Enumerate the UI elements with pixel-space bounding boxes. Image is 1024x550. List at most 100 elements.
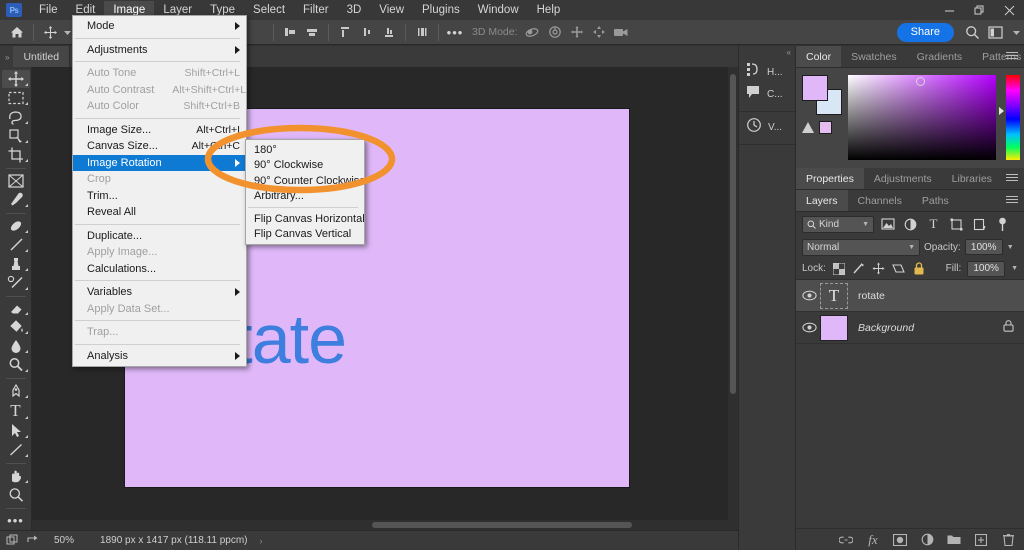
menu-select[interactable]: Select — [244, 1, 294, 20]
link-layers-icon[interactable] — [839, 532, 853, 547]
tab-swatches[interactable]: Swatches — [841, 46, 907, 67]
tab-channels[interactable]: Channels — [848, 190, 912, 211]
object-selection-tool[interactable] — [2, 127, 30, 145]
pen-tool[interactable] — [2, 382, 30, 400]
more-options-button[interactable]: ••• — [444, 22, 466, 43]
gamut-warning-icon[interactable] — [802, 122, 814, 133]
history-brush-tool[interactable] — [2, 274, 30, 292]
gradient-tool[interactable] — [2, 318, 30, 336]
hand-tool[interactable] — [2, 467, 30, 485]
menu-item-mode[interactable]: Mode — [73, 18, 246, 35]
image-menu-dropdown[interactable]: ModeAdjustmentsAuto ToneShift+Ctrl+LAuto… — [72, 15, 247, 367]
document-tab[interactable]: Untitled — [13, 46, 70, 67]
menu-3d[interactable]: 3D — [338, 1, 371, 20]
tab-properties[interactable]: Properties — [796, 168, 864, 189]
menu-plugins[interactable]: Plugins — [413, 1, 469, 20]
filter-smart-icon[interactable] — [970, 215, 989, 233]
hue-slider[interactable] — [1006, 75, 1020, 160]
menu-item-canvas-size[interactable]: Canvas Size...Alt+Ctrl+C — [73, 138, 246, 155]
tab-gradients[interactable]: Gradients — [907, 46, 973, 67]
align-left-edges-icon[interactable] — [279, 22, 301, 43]
distribute-icon[interactable] — [411, 22, 433, 43]
layer-mask-icon[interactable] — [893, 532, 907, 547]
table-row[interactable]: T rotate — [796, 280, 1024, 312]
menu-item-analysis[interactable]: Analysis — [73, 348, 246, 365]
chevron-down-icon[interactable]: ▼ — [1007, 244, 1014, 251]
edit-toolbar[interactable]: ••• — [2, 512, 30, 529]
opacity-input[interactable]: 100% — [965, 239, 1003, 255]
filter-toggle-icon[interactable] — [993, 215, 1012, 233]
menu-item-reveal-all[interactable]: Reveal All — [73, 204, 246, 221]
submenu-item-arbitrary[interactable]: Arbitrary... — [246, 189, 364, 205]
zoom-level[interactable]: 50% — [54, 535, 74, 546]
menu-item-crop[interactable]: Crop — [73, 171, 246, 188]
fill-input[interactable]: 100% — [967, 261, 1005, 277]
new-group-icon[interactable] — [947, 532, 961, 547]
scrollbar-thumb[interactable] — [730, 74, 736, 394]
menu-item-auto-contrast[interactable]: Auto ContrastAlt+Shift+Ctrl+L — [73, 82, 246, 99]
layer-filter-kind-select[interactable]: Kind ▼ — [802, 216, 874, 233]
scrollbar-thumb[interactable] — [372, 522, 632, 528]
panel-menu-icon[interactable] — [1006, 196, 1018, 205]
eyedropper-tool[interactable] — [2, 191, 30, 209]
filter-pixel-icon[interactable] — [878, 215, 897, 233]
chevron-down-icon[interactable]: ▼ — [1011, 265, 1018, 272]
lasso-tool[interactable] — [2, 108, 30, 126]
crop-tool[interactable] — [2, 146, 30, 164]
pan-3d-icon[interactable] — [566, 22, 588, 43]
menu-item-auto-tone[interactable]: Auto ToneShift+Ctrl+L — [73, 65, 246, 82]
menu-item-adjustments[interactable]: Adjustments — [73, 42, 246, 59]
blend-mode-select[interactable]: Normal ▼ — [802, 239, 920, 256]
workspace-chevron-icon[interactable] — [1008, 22, 1024, 43]
path-selection-tool[interactable] — [2, 422, 30, 440]
orbit-3d-icon[interactable] — [522, 22, 544, 43]
canvas-vertical-scrollbar[interactable] — [728, 67, 738, 530]
layer-thumbnail-background[interactable] — [820, 315, 848, 341]
line-tool[interactable] — [2, 441, 30, 459]
menu-item-auto-color[interactable]: Auto ColorShift+Ctrl+B — [73, 98, 246, 115]
roll-3d-icon[interactable] — [544, 22, 566, 43]
layer-visibility-icon[interactable] — [798, 290, 820, 301]
menu-view[interactable]: View — [370, 1, 413, 20]
filter-type-icon[interactable]: T — [924, 215, 943, 233]
close-icon[interactable] — [994, 0, 1024, 20]
filter-shape-icon[interactable] — [947, 215, 966, 233]
menu-item-apply-data-set[interactable]: Apply Data Set... — [73, 301, 246, 318]
rotate-view-icon[interactable] — [24, 533, 40, 549]
menu-item-calculations[interactable]: Calculations... — [73, 261, 246, 278]
eraser-tool[interactable] — [2, 299, 30, 317]
panel-menu-icon[interactable] — [1006, 52, 1018, 61]
lock-artboard-icon[interactable] — [892, 261, 906, 276]
submenu-item-flip-canvas-vertical[interactable]: Flip Canvas Vertical — [246, 227, 364, 243]
move-tool-icon[interactable] — [39, 22, 61, 43]
align-horizontal-centers-icon[interactable] — [301, 22, 323, 43]
table-row[interactable]: Background — [796, 312, 1024, 344]
delete-layer-icon[interactable] — [1001, 532, 1015, 547]
blur-tool[interactable] — [2, 337, 30, 355]
panel-icon-history[interactable]: H... — [739, 61, 795, 83]
minimize-icon[interactable] — [934, 0, 964, 20]
layer-thumbnail-text[interactable]: T — [820, 283, 848, 309]
lock-transparent-icon[interactable] — [832, 261, 846, 276]
share-button[interactable]: Share — [897, 23, 954, 42]
move-tool[interactable] — [2, 70, 30, 88]
new-layer-icon[interactable] — [974, 532, 988, 547]
align-bottom-edges-icon[interactable] — [378, 22, 400, 43]
tab-layers[interactable]: Layers — [796, 190, 848, 211]
menu-help[interactable]: Help — [528, 1, 570, 20]
menu-item-variables[interactable]: Variables — [73, 284, 246, 301]
menu-filter[interactable]: Filter — [294, 1, 338, 20]
panel-icon-versions[interactable]: V... — [739, 116, 795, 138]
submenu-item-flip-canvas-horizontal[interactable]: Flip Canvas Horizontal — [246, 211, 364, 227]
clone-stamp-tool[interactable] — [2, 255, 30, 273]
workspace-switcher-icon[interactable] — [984, 22, 1008, 43]
lock-all-icon[interactable] — [912, 261, 926, 276]
zoom-tool[interactable] — [2, 486, 30, 504]
submenu-item-90-clockwise[interactable]: 90° Clockwise — [246, 158, 364, 174]
dock-collapse-icon[interactable]: « — [739, 46, 795, 57]
adjustment-layer-icon[interactable] — [920, 532, 934, 547]
canvas-horizontal-scrollbar[interactable] — [32, 520, 728, 530]
lock-position-icon[interactable] — [872, 261, 886, 276]
menu-file[interactable]: File — [30, 1, 67, 20]
layer-name[interactable]: Background — [858, 322, 914, 334]
